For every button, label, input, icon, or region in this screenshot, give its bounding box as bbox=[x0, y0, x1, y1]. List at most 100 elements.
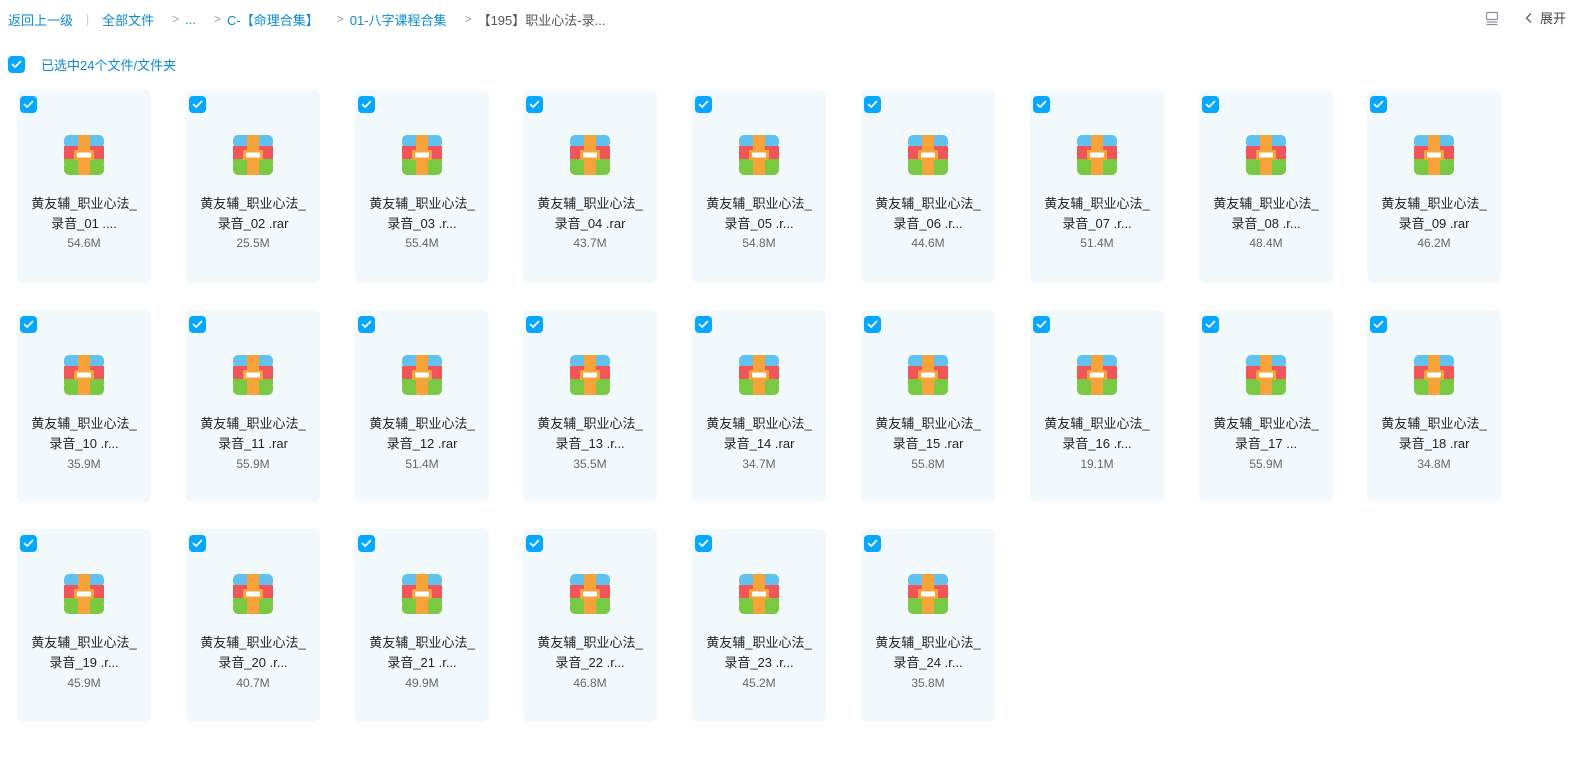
file-checkbox[interactable] bbox=[526, 316, 543, 333]
rar-archive-icon bbox=[737, 353, 781, 397]
checkmark-icon bbox=[867, 320, 878, 328]
file-card-2[interactable]: 黄友辅_职业心法_ 录音_02 .rar 25.5M bbox=[186, 90, 320, 283]
file-name: 黄友辅_职业心法_ 录音_20 .r... bbox=[190, 633, 316, 673]
breadcrumb-level2[interactable]: 01-八字课程合集 bbox=[350, 10, 447, 29]
file-name: 黄友辅_职业心法_ 录音_06 .r... bbox=[865, 194, 991, 234]
file-name-line1: 黄友辅_职业心法_ bbox=[31, 416, 137, 431]
file-checkbox[interactable] bbox=[695, 535, 712, 552]
rar-archive-icon bbox=[231, 133, 275, 177]
chevron-left-icon bbox=[1524, 12, 1534, 24]
file-name: 黄友辅_职业心法_ 录音_13 .r... bbox=[527, 414, 653, 454]
file-card-5[interactable]: 黄友辅_职业心法_ 录音_05 .r... 54.8M bbox=[692, 90, 826, 283]
file-card-15[interactable]: 黄友辅_职业心法_ 录音_15 .rar 55.8M bbox=[861, 310, 995, 502]
file-card-8[interactable]: 黄友辅_职业心法_ 录音_08 .r... 48.4M bbox=[1199, 90, 1333, 283]
back-link[interactable]: 返回上一级 bbox=[8, 10, 73, 29]
file-card-12[interactable]: 黄友辅_职业心法_ 录音_12 .rar 51.4M bbox=[355, 310, 489, 502]
file-card-17[interactable]: 黄友辅_职业心法_ 录音_17 ... 55.9M bbox=[1199, 310, 1333, 502]
file-checkbox[interactable] bbox=[358, 316, 375, 333]
rar-archive-icon bbox=[1412, 133, 1456, 177]
file-name: 黄友辅_职业心法_ 录音_05 .r... bbox=[696, 194, 822, 234]
expand-button[interactable]: 展开 bbox=[1524, 8, 1566, 27]
file-checkbox[interactable] bbox=[358, 535, 375, 552]
file-card-11[interactable]: 黄友辅_职业心法_ 录音_11 .rar 55.9M bbox=[186, 310, 320, 502]
file-card-24[interactable]: 黄友辅_职业心法_ 录音_24 .r... 35.8M bbox=[861, 529, 995, 722]
file-name-line2: 录音_14 .rar bbox=[723, 436, 795, 451]
file-card-7[interactable]: 黄友辅_职业心法_ 录音_07 .r... 51.4M bbox=[1030, 90, 1164, 283]
file-checkbox[interactable] bbox=[864, 316, 881, 333]
file-name-line2: 录音_23 .r... bbox=[724, 655, 794, 670]
file-card-16[interactable]: 黄友辅_职业心法_ 录音_16 .r... 19.1M bbox=[1030, 310, 1164, 502]
file-checkbox[interactable] bbox=[1370, 316, 1387, 333]
file-checkbox[interactable] bbox=[1202, 316, 1219, 333]
file-card-14[interactable]: 黄友辅_职业心法_ 录音_14 .rar 34.7M bbox=[692, 310, 826, 502]
top-right-actions: 展开 bbox=[1484, 8, 1566, 27]
checkmark-icon bbox=[1373, 320, 1384, 328]
file-checkbox[interactable] bbox=[1202, 96, 1219, 113]
file-checkbox[interactable] bbox=[1033, 96, 1050, 113]
file-size: 44.6M bbox=[911, 236, 945, 250]
file-name-line2: 录音_24 .r... bbox=[893, 655, 963, 670]
checkmark-icon bbox=[867, 539, 878, 547]
file-card-21[interactable]: 黄友辅_职业心法_ 录音_21 .r... 49.9M bbox=[355, 529, 489, 722]
file-name-line2: 录音_21 .r... bbox=[387, 655, 457, 670]
rar-archive-icon bbox=[568, 353, 612, 397]
file-size: 54.6M bbox=[67, 236, 101, 250]
file-name-line1: 黄友辅_职业心法_ bbox=[1213, 196, 1319, 211]
select-all-checkbox[interactable] bbox=[8, 55, 25, 73]
file-checkbox[interactable] bbox=[864, 535, 881, 552]
file-checkbox[interactable] bbox=[526, 96, 543, 113]
breadcrumb-ellipsis[interactable]: ... bbox=[185, 12, 196, 27]
file-checkbox[interactable] bbox=[189, 96, 206, 113]
file-size: 49.9M bbox=[405, 676, 439, 690]
rar-archive-icon bbox=[400, 133, 444, 177]
file-name: 黄友辅_职业心法_ 录音_14 .rar bbox=[696, 414, 822, 454]
file-checkbox[interactable] bbox=[189, 535, 206, 552]
file-card-6[interactable]: 黄友辅_职业心法_ 录音_06 .r... 44.6M bbox=[861, 90, 995, 283]
file-name: 黄友辅_职业心法_ 录音_09 .rar bbox=[1371, 194, 1497, 234]
file-card-10[interactable]: 黄友辅_职业心法_ 录音_10 .r... 35.9M bbox=[17, 310, 151, 502]
file-name-line2: 录音_18 .rar bbox=[1398, 436, 1470, 451]
file-card-23[interactable]: 黄友辅_职业心法_ 录音_23 .r... 45.2M bbox=[692, 529, 826, 722]
file-checkbox[interactable] bbox=[358, 96, 375, 113]
file-card-4[interactable]: 黄友辅_职业心法_ 录音_04 .rar 43.7M bbox=[523, 90, 657, 283]
file-checkbox[interactable] bbox=[864, 96, 881, 113]
file-checkbox[interactable] bbox=[20, 96, 37, 113]
file-name-line2: 录音_22 .r... bbox=[555, 655, 625, 670]
file-name-line2: 录音_17 ... bbox=[1234, 436, 1298, 451]
file-checkbox[interactable] bbox=[20, 316, 37, 333]
file-card-3[interactable]: 黄友辅_职业心法_ 录音_03 .r... 55.4M bbox=[355, 90, 489, 283]
file-card-9[interactable]: 黄友辅_职业心法_ 录音_09 .rar 46.2M bbox=[1367, 90, 1501, 283]
file-card-22[interactable]: 黄友辅_职业心法_ 录音_22 .r... 46.8M bbox=[523, 529, 657, 722]
file-checkbox[interactable] bbox=[695, 316, 712, 333]
file-card-1[interactable]: 黄友辅_职业心法_ 录音_01 .... 54.6M bbox=[17, 90, 151, 283]
file-card-18[interactable]: 黄友辅_职业心法_ 录音_18 .rar 34.8M bbox=[1367, 310, 1501, 502]
breadcrumb-divider: | bbox=[86, 12, 90, 26]
file-checkbox[interactable] bbox=[20, 535, 37, 552]
file-name-line2: 录音_08 .r... bbox=[1231, 216, 1301, 231]
file-size: 51.4M bbox=[405, 457, 439, 471]
file-checkbox[interactable] bbox=[526, 535, 543, 552]
file-card-20[interactable]: 黄友辅_职业心法_ 录音_20 .r... 40.7M bbox=[186, 529, 320, 722]
checkmark-icon bbox=[698, 539, 709, 547]
file-name-line2: 录音_01 .... bbox=[51, 216, 117, 231]
rar-archive-icon bbox=[568, 133, 612, 177]
list-view-icon[interactable] bbox=[1484, 10, 1500, 26]
file-name-line2: 录音_16 .r... bbox=[1062, 436, 1132, 451]
file-card-13[interactable]: 黄友辅_职业心法_ 录音_13 .r... 35.5M bbox=[523, 310, 657, 502]
file-card-19[interactable]: 黄友辅_职业心法_ 录音_19 .r... 45.9M bbox=[17, 529, 151, 722]
breadcrumb-all-files[interactable]: 全部文件 bbox=[102, 10, 154, 29]
file-size: 25.5M bbox=[236, 236, 270, 250]
file-checkbox[interactable] bbox=[189, 316, 206, 333]
file-checkbox[interactable] bbox=[695, 96, 712, 113]
checkmark-icon bbox=[23, 100, 34, 108]
file-size: 55.9M bbox=[1249, 457, 1283, 471]
file-size: 55.4M bbox=[405, 236, 439, 250]
file-name-line1: 黄友辅_职业心法_ bbox=[537, 196, 643, 211]
file-name: 黄友辅_职业心法_ 录音_10 .r... bbox=[21, 414, 147, 454]
file-checkbox[interactable] bbox=[1370, 96, 1387, 113]
file-name: 黄友辅_职业心法_ 录音_23 .r... bbox=[696, 633, 822, 673]
selection-bar: 已选中24个文件/文件夹 bbox=[8, 55, 176, 73]
file-name: 黄友辅_职业心法_ 录音_16 .r... bbox=[1034, 414, 1160, 454]
file-checkbox[interactable] bbox=[1033, 316, 1050, 333]
breadcrumb-level1[interactable]: C-【命理合集】 bbox=[227, 10, 319, 29]
